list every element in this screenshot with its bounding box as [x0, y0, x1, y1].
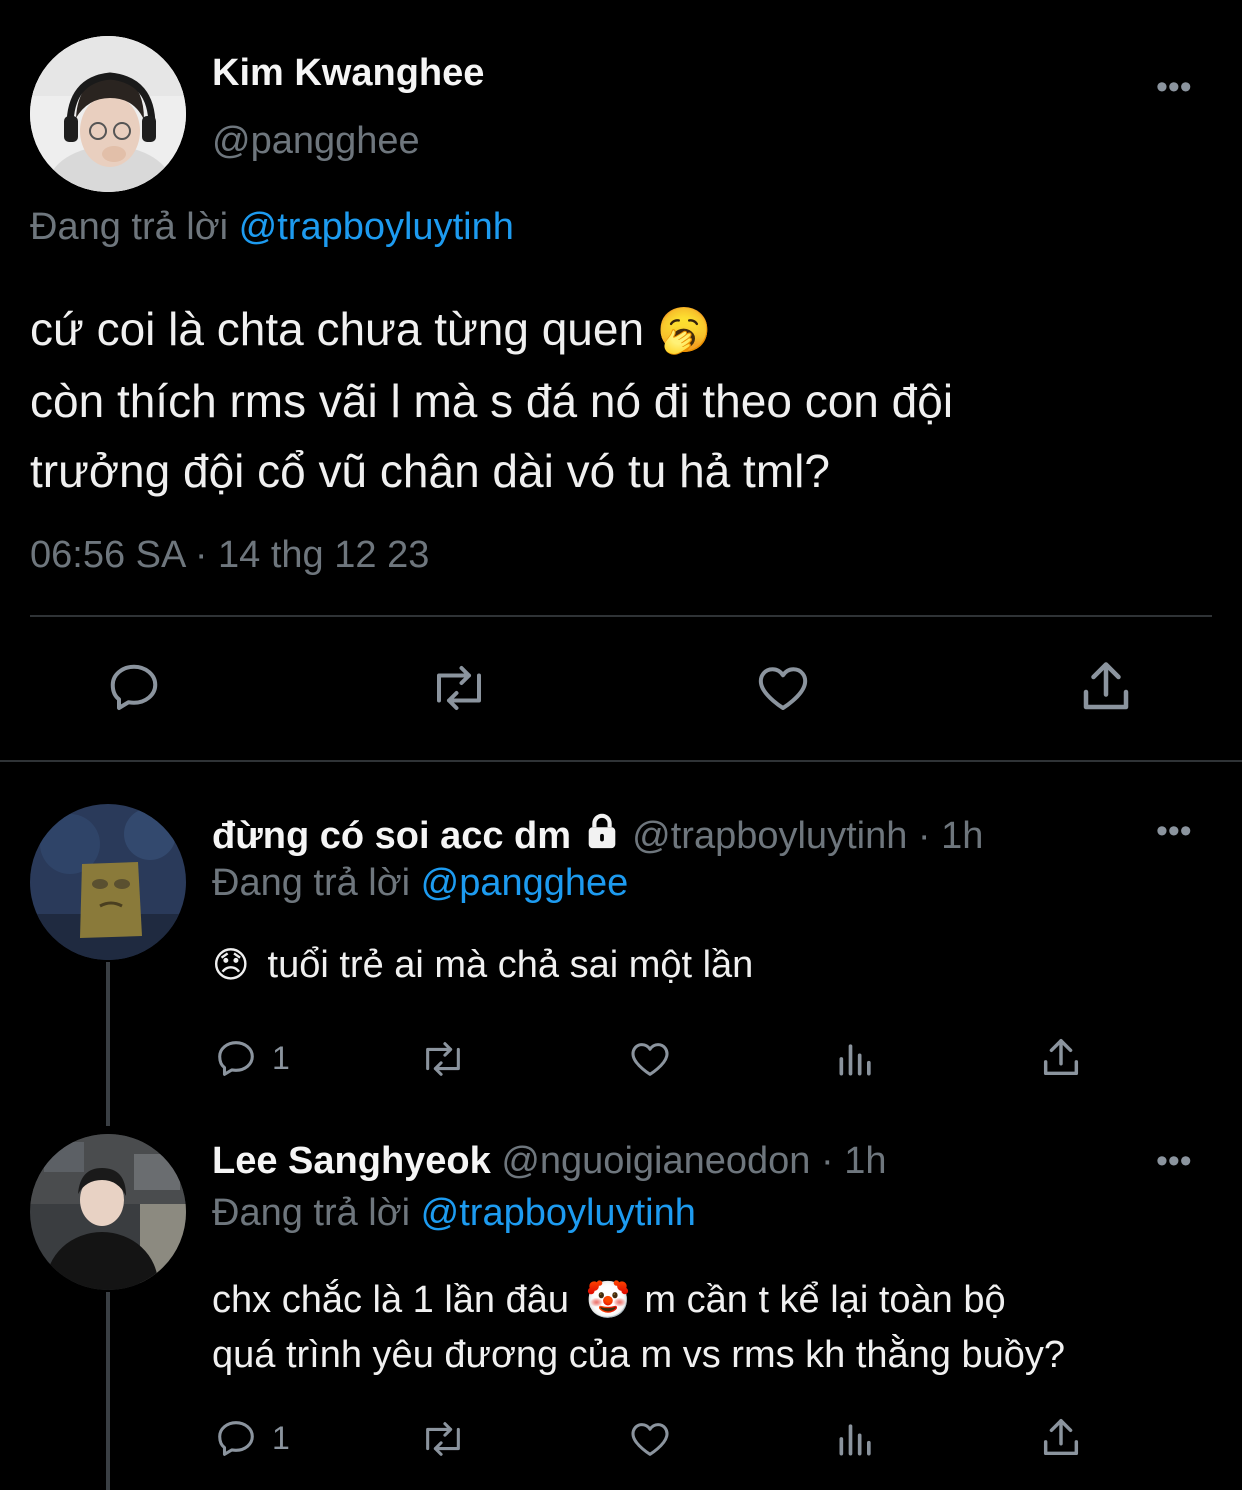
reply-2-like-icon[interactable]	[626, 1416, 674, 1462]
thread-line	[106, 962, 110, 1126]
reply-1-display-name[interactable]: đừng có soi acc dm	[212, 815, 571, 857]
reply-1-reply-icon[interactable]	[212, 1036, 260, 1082]
disappointed-emoji-icon: 😞	[212, 944, 250, 985]
like-icon[interactable]	[752, 658, 814, 718]
replying-prefix: Đang trả lời	[212, 862, 411, 904]
tweet-text-line2: còn thích rms vãi l mà s đá nó đi theo c…	[30, 375, 954, 427]
reply-1-more-button[interactable]: •••	[1156, 814, 1192, 848]
section-divider	[0, 760, 1242, 762]
reply-2-retweet-icon[interactable]	[416, 1416, 470, 1462]
tweet-text: cứ coi là chta chưa từng quen 🥱 còn thíc…	[30, 294, 1230, 506]
reply-1-share-icon[interactable]	[1038, 1034, 1084, 1082]
reply-2-text-a: chx chắc là 1 lần đâu	[212, 1279, 570, 1321]
reply-1-like-icon[interactable]	[626, 1036, 674, 1082]
tweet-text-line3: trưởng đội cổ vũ chân dài vó tu hả tml?	[30, 445, 830, 497]
reply-1-text-body: tuổi trẻ ai mà chả sai một lần	[267, 944, 754, 986]
reply-2-more-button[interactable]: •••	[1156, 1144, 1192, 1178]
reply-2-share-icon[interactable]	[1038, 1414, 1084, 1462]
reply-2-text-c: quá trình yêu đương của m vs rms kh thằn…	[212, 1334, 1066, 1376]
separator: ·	[194, 534, 208, 576]
reply-2-reply-count: 1	[272, 1420, 290, 1456]
reply-2-text-b: m cần t kể lại toàn bộ	[644, 1279, 1006, 1321]
reply-icon[interactable]	[104, 658, 164, 718]
thread-line-2	[106, 1292, 110, 1490]
reply-1-header: đừng có soi acc dm @trapboyluytinh · 1h	[212, 812, 983, 860]
reply-1-reply-count: 1	[272, 1040, 290, 1076]
reply-1-replying-to: Đang trả lời @pangghee	[212, 862, 628, 905]
avatar-reply-1[interactable]	[30, 804, 186, 960]
reply-2-text: chx chắc là 1 lần đâu 🤡 m cần t kể lại to…	[212, 1272, 1222, 1383]
display-name[interactable]: Kim Kwanghee	[212, 52, 484, 95]
time: 06:56 SA	[30, 534, 185, 576]
reply-2-reply-icon[interactable]	[212, 1416, 260, 1462]
reply-2-time: 1h	[844, 1140, 887, 1182]
share-icon[interactable]	[1076, 656, 1136, 718]
reply-2-handle[interactable]: @nguoigianeodon	[501, 1140, 810, 1182]
reply-2-header: Lee Sanghyeok @nguoigianeodon · 1h	[212, 1140, 886, 1183]
reply-2-sep: ·	[820, 1140, 834, 1182]
more-options-button[interactable]: •••	[1156, 70, 1192, 104]
retweet-icon[interactable]	[426, 658, 492, 718]
reply-1-analytics-icon[interactable]	[834, 1036, 878, 1082]
tweet-timestamp: 06:56 SA · 14 thg 12 23	[30, 534, 429, 577]
reply-1-time: 1h	[941, 815, 984, 857]
avatar-reply-2[interactable]	[30, 1134, 186, 1290]
reply-1-text: 😞 tuổi trẻ ai mà chả sai một lần	[212, 944, 753, 987]
reply-2-display-name[interactable]: Lee Sanghyeok	[212, 1140, 491, 1182]
lock-icon	[582, 812, 622, 860]
replying-to-link[interactable]: @trapboyluytinh	[421, 1192, 696, 1234]
divider	[30, 615, 1212, 617]
reply-1-retweet-icon[interactable]	[416, 1036, 470, 1082]
replying-to-link[interactable]: @pangghee	[421, 862, 629, 904]
replying-to: Đang trả lời @trapboyluytinh	[30, 206, 514, 249]
yawning-emoji-icon: 🥱	[656, 306, 712, 355]
handle[interactable]: @pangghee	[212, 120, 420, 163]
tweet-text-line1: cứ coi là chta chưa từng quen	[30, 303, 645, 355]
date: 14 thg 12 23	[218, 534, 430, 576]
replying-prefix: Đang trả lời	[212, 1192, 411, 1234]
avatar-kim-kwanghee[interactable]	[30, 36, 186, 192]
replying-prefix: Đang trả lời	[30, 206, 229, 248]
clown-emoji-icon: 🤡	[585, 1279, 631, 1320]
reply-1-handle[interactable]: @trapboyluytinh	[632, 815, 907, 857]
replying-to-link[interactable]: @trapboyluytinh	[239, 206, 514, 248]
reply-1-sep: ·	[917, 815, 931, 857]
reply-2-analytics-icon[interactable]	[834, 1416, 878, 1462]
reply-2-replying-to: Đang trả lời @trapboyluytinh	[212, 1192, 696, 1235]
